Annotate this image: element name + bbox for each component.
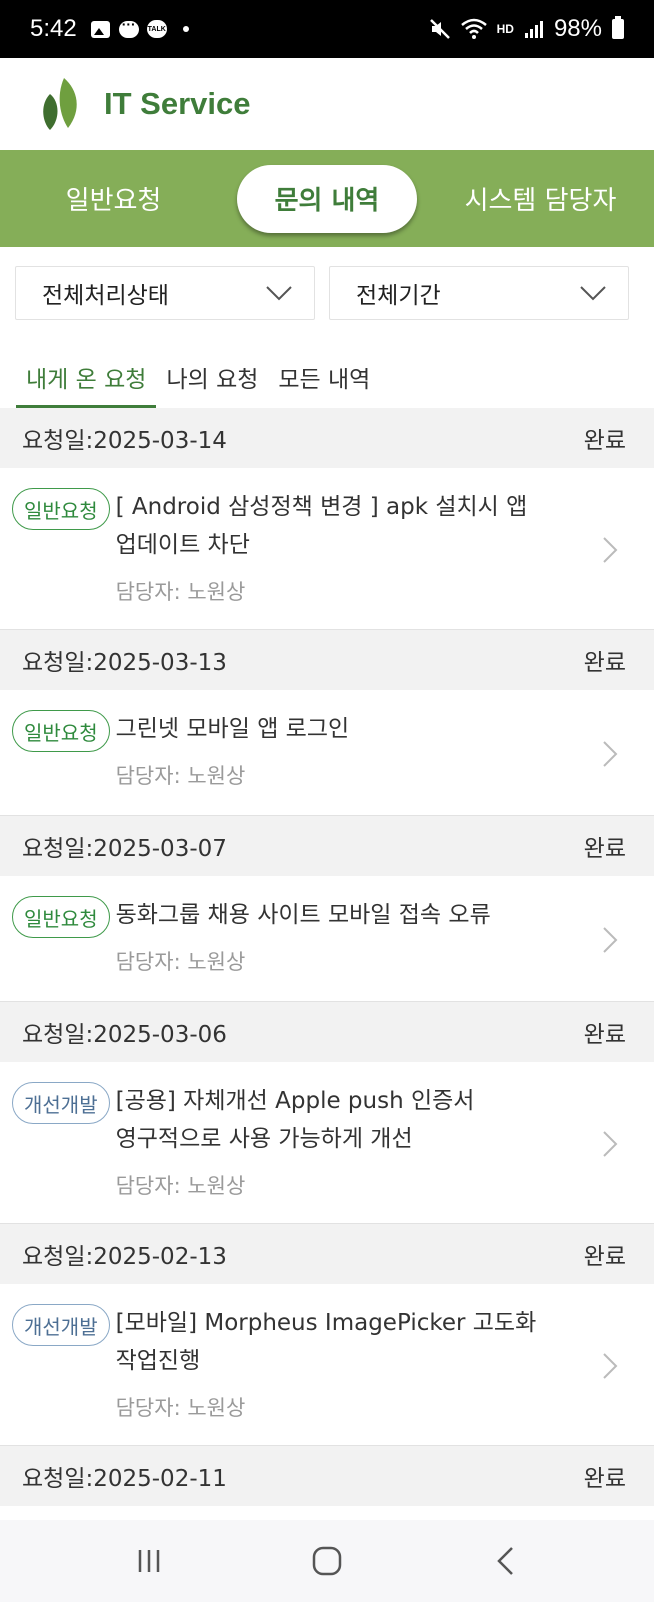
request-date: 요청일:2025-02-13 (22, 1244, 227, 1270)
request-title-line1: [ Android 삼성정책 변경 ] apk 설치시 앱 (115, 494, 528, 520)
category-badge: 개선개발 (12, 1082, 110, 1124)
request-status: 완료 (583, 1022, 626, 1048)
request-status: 완료 (583, 1244, 626, 1270)
list-item[interactable]: 일반요청 동화그룹 채용 사이트 모바일 접속 오류 담당자: 노원상 (0, 876, 654, 1002)
request-title-line2: 업데이트 차단 (115, 532, 250, 558)
status-filter-select[interactable]: 전체처리상태 (15, 266, 315, 320)
tab-general-request[interactable]: 일반요청 (0, 180, 227, 217)
chevron-right-icon (603, 741, 618, 767)
category-badge: 일반요청 (12, 896, 110, 938)
tab-inquiry-history[interactable]: 문의 내역 (237, 164, 417, 233)
main-nav: 일반요청 문의 내역 시스템 담당자 (0, 150, 654, 247)
status-time: 5:42 (30, 15, 77, 42)
assignee: 담당자: 노원상 (115, 950, 246, 974)
battery-percent: 98% (553, 15, 602, 42)
home-icon (312, 1546, 342, 1576)
category-badge: 개선개발 (12, 1304, 110, 1346)
request-title-line2: 작업진행 (115, 1348, 201, 1374)
request-date: 요청일:2025-02-11 (22, 1466, 227, 1492)
request-date: 요청일:2025-03-14 (22, 428, 227, 454)
list-item[interactable]: 개선개발 [모바일] Morpheus ImagePicker 고도화 작업진행… (0, 1284, 654, 1446)
request-status: 완료 (583, 650, 626, 676)
request-title-line1: 그린넷 모바일 앱 로그인 (115, 716, 350, 742)
system-navigation-bar (0, 1520, 654, 1602)
list-item[interactable]: 일반요청 그린넷 모바일 앱 로그인 담당자: 노원상 (0, 690, 654, 816)
chevron-right-icon (603, 927, 618, 953)
assignee: 담당자: 노원상 (115, 580, 246, 604)
subtab-my-requests[interactable]: 나의 요청 (156, 350, 268, 408)
chevron-right-icon (603, 537, 618, 563)
app-header: IT Service (0, 58, 654, 150)
back-icon (497, 1547, 513, 1575)
category-badge: 일반요청 (12, 488, 110, 530)
subtab-all-history[interactable]: 모든 내역 (268, 350, 380, 408)
assignee: 담당자: 노원상 (115, 1174, 246, 1198)
app-title: IT Service (104, 86, 251, 121)
recent-apps-button[interactable] (129, 1541, 169, 1581)
request-date: 요청일:2025-03-13 (22, 650, 227, 676)
chevron-right-icon (603, 1353, 618, 1379)
hd-voice-icon: HD (496, 22, 514, 36)
back-button[interactable] (485, 1541, 525, 1581)
request-title-line1: 동화그룹 채용 사이트 모바일 접속 오류 (115, 902, 491, 928)
gallery-notification-icon (91, 19, 111, 39)
request-date: 요청일:2025-03-06 (22, 1022, 227, 1048)
request-date: 요청일:2025-03-07 (22, 836, 227, 862)
date-header: 요청일:2025-02-11 완료 (0, 1446, 654, 1506)
list-item[interactable]: 개선개발 [공용] 자체개선 Apple push 인증서 영구적으로 사용 가… (0, 1062, 654, 1224)
date-header: 요청일:2025-03-06 완료 (0, 1002, 654, 1062)
date-header: 요청일:2025-03-07 완료 (0, 816, 654, 876)
assignee: 담당자: 노원상 (115, 1396, 246, 1420)
request-status: 완료 (583, 1466, 626, 1492)
request-title-line1: [공용] 자체개선 Apple push 인증서 (115, 1088, 475, 1114)
signal-icon (524, 21, 543, 38)
filter-bar: 전체처리상태 전체기간 (15, 266, 629, 320)
home-button[interactable] (307, 1541, 347, 1581)
more-notifications-dot (182, 26, 189, 32)
request-title-line1: [모바일] Morpheus ImagePicker 고도화 (115, 1310, 537, 1336)
subtab-received-requests[interactable]: 내게 온 요청 (16, 350, 157, 408)
list-item[interactable]: 일반요청 [ Android 삼성정책 변경 ] apk 설치시 앱 업데이트 … (0, 468, 654, 630)
battery-icon (612, 16, 624, 39)
category-badge: 일반요청 (12, 710, 110, 752)
chevron-down-icon (580, 286, 606, 301)
assignee: 담당자: 노원상 (115, 764, 246, 788)
tab-system-manager[interactable]: 시스템 담당자 (427, 180, 654, 217)
request-title-line2: 영구적으로 사용 가능하게 개선 (115, 1126, 413, 1152)
mute-icon (429, 19, 450, 39)
request-status: 완료 (583, 428, 626, 454)
sub-tabs: 내게 온 요청 나의 요청 모든 내역 (0, 350, 654, 408)
date-header: 요청일:2025-03-13 완료 (0, 630, 654, 690)
chat-notification-icon (118, 16, 139, 39)
recent-apps-icon (138, 1550, 160, 1572)
chevron-down-icon (266, 286, 292, 301)
period-filter-value: 전체기간 (356, 283, 441, 309)
status-bar: 5:42 TALK HD 98% (0, 0, 654, 58)
date-header: 요청일:2025-02-13 완료 (0, 1224, 654, 1284)
period-filter-select[interactable]: 전체기간 (329, 266, 629, 320)
request-list: 요청일:2025-03-14 완료 일반요청 [ Android 삼성정책 변경… (0, 408, 654, 1506)
leaf-logo-icon (43, 78, 77, 130)
kakaotalk-notification-icon: TALK (146, 19, 167, 39)
wifi-icon (460, 18, 487, 39)
chevron-right-icon (603, 1131, 618, 1157)
request-status: 완료 (583, 836, 626, 862)
status-filter-value: 전체처리상태 (42, 283, 169, 309)
date-header: 요청일:2025-03-14 완료 (0, 408, 654, 468)
